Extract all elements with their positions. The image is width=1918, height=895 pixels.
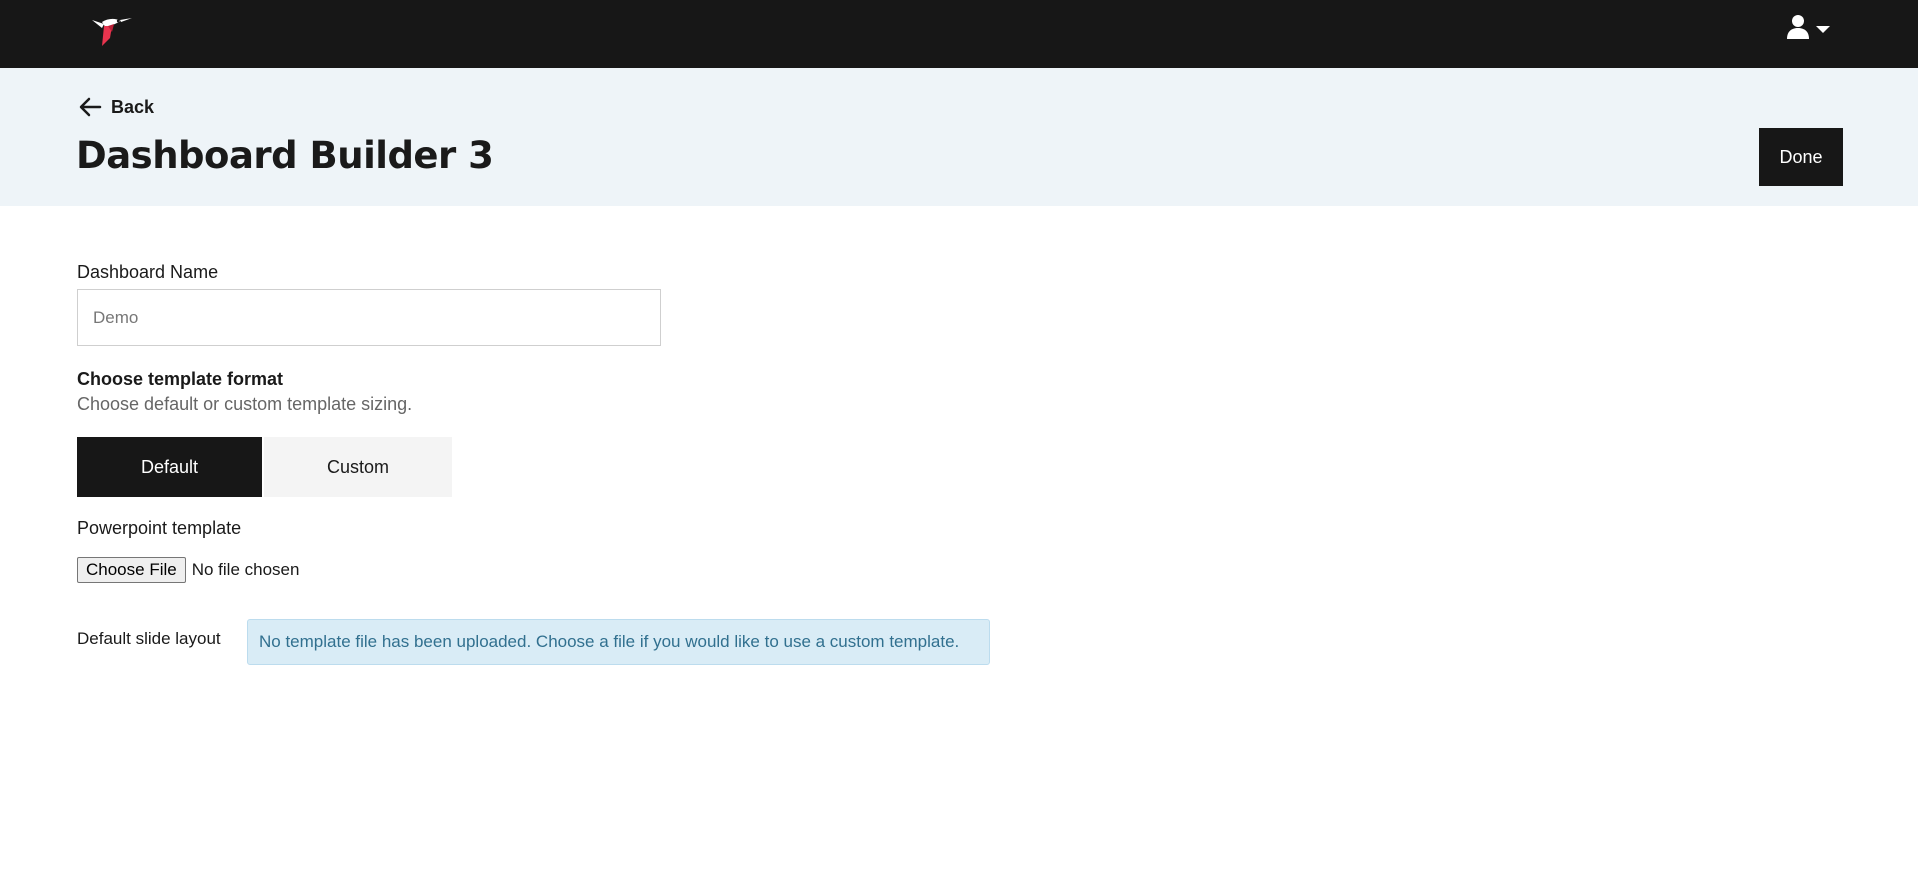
dashboard-name-label: Dashboard Name [77,262,219,282]
powerpoint-template-label: Powerpoint template [77,518,242,538]
arrow-left-icon [79,97,102,117]
choose-file-button[interactable]: Choose File [77,557,186,583]
user-menu[interactable] [1786,14,1838,44]
file-upload: Choose File No file chosen [77,557,299,583]
info-alert-message: No template file has been uploaded. Choo… [259,632,960,651]
template-format-subtitle: Choose default or custom template sizing… [77,394,413,414]
back-label: Back [111,96,155,117]
user-icon [1786,14,1810,45]
format-default-button[interactable]: Default [77,437,262,497]
info-alert: No template file has been uploaded. Choo… [247,619,990,665]
file-status: No file chosen [191,560,300,579]
caret-down-icon [1816,25,1830,33]
page-title: Dashboard Builder 3 [76,134,494,177]
done-button[interactable]: Done [1759,128,1843,186]
hummingbird-logo-icon[interactable] [88,12,134,48]
default-slide-layout-label: Default slide layout [77,629,221,648]
dashboard-name-input[interactable] [77,289,661,346]
back-link[interactable]: Back [78,96,154,118]
template-format-title: Choose template format [77,369,284,389]
format-custom-button[interactable]: Custom [264,437,452,497]
top-navbar [0,0,1918,68]
